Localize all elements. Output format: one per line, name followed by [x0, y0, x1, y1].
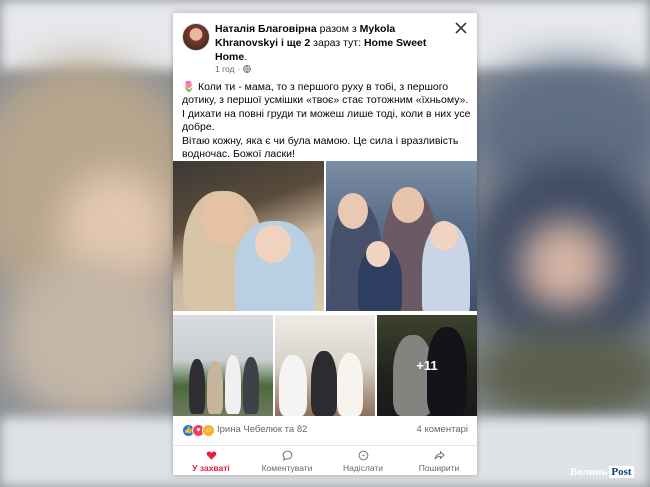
- photo-wedding-couple[interactable]: +11: [377, 315, 477, 416]
- photo-family-portrait[interactable]: [326, 161, 477, 311]
- comment-icon: [282, 450, 292, 461]
- author-name[interactable]: Наталія Благовірна: [215, 23, 317, 35]
- love-reaction-button[interactable]: У захваті: [173, 446, 249, 475]
- post-time[interactable]: 1 год: [215, 64, 235, 74]
- heart-icon: [206, 450, 216, 460]
- close-icon[interactable]: [454, 21, 468, 35]
- share-button[interactable]: Поширити: [401, 446, 477, 475]
- care-icon: ☺: [202, 424, 215, 437]
- send-button[interactable]: Надіслати: [325, 446, 401, 475]
- reaction-icons[interactable]: 👍 ♥ ☺: [182, 424, 215, 437]
- post-meta: 1 год ·: [215, 64, 252, 74]
- share-icon: [434, 450, 445, 459]
- comment-button[interactable]: Коментувати: [249, 446, 325, 475]
- reactions-bar: 👍 ♥ ☺ Ірина Чебелюк та 82 4 коментарі: [173, 419, 477, 441]
- watermark-logo: Волинь Post: [570, 466, 634, 478]
- messenger-icon: [358, 450, 368, 460]
- action-bar: У захваті Коментувати Надіслати Поширити: [173, 445, 477, 475]
- avatar[interactable]: [182, 23, 210, 51]
- post-text-paragraph: Вітаю кожну, яка є чи була мамою. Це сил…: [182, 134, 459, 161]
- post-header: Наталія Благовірна разом з Mykola Khrano…: [173, 13, 477, 78]
- post-text: 🌷 Коли ти - мама, то з першого руху в то…: [182, 81, 472, 161]
- tagged-more[interactable]: і ще 2: [281, 37, 310, 49]
- more-photos-count[interactable]: +11: [377, 315, 477, 416]
- reaction-names[interactable]: Ірина Чебелюк та 82: [217, 424, 307, 435]
- comments-count[interactable]: 4 коментарі: [417, 424, 468, 435]
- photo-group-outdoor[interactable]: [173, 315, 273, 416]
- photo-wedding-ceremony[interactable]: [275, 315, 375, 416]
- globe-icon: [243, 65, 252, 73]
- post-title: Наталія Благовірна разом з Mykola Khrano…: [215, 23, 427, 63]
- facebook-post-card: Наталія Благовірна разом з Mykola Khrano…: [173, 13, 477, 475]
- post-text-paragraph: 🌷 Коли ти - мама, то з першого руху в то…: [182, 81, 471, 134]
- photo-mother-baby[interactable]: [173, 161, 324, 311]
